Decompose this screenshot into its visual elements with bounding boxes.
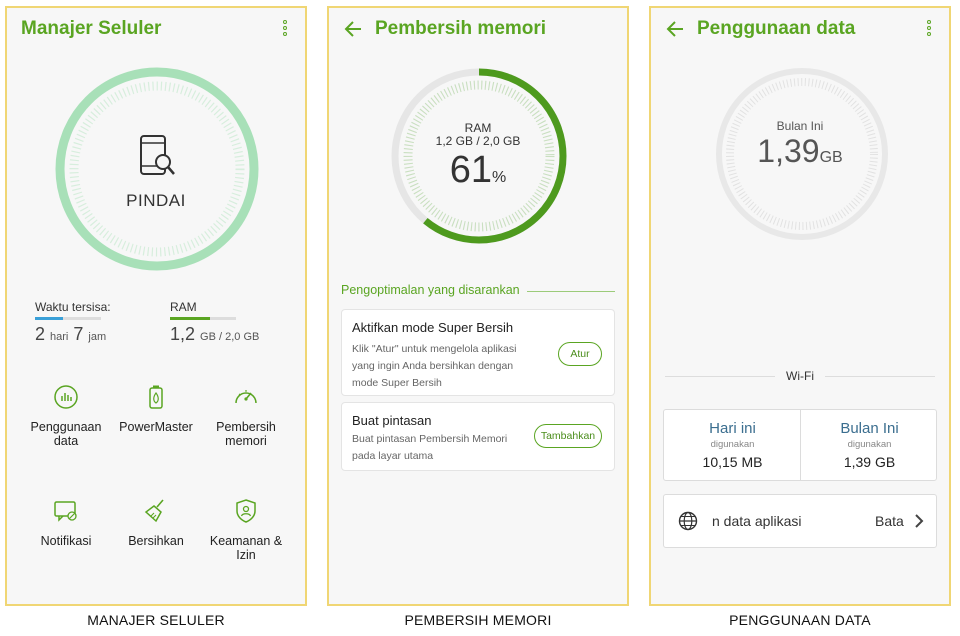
time-remaining-bar xyxy=(35,317,101,320)
app-data-row[interactable]: n data aplikasi Bata xyxy=(663,494,937,548)
chevron-right-icon xyxy=(915,514,924,528)
card-shortcut: Buat pintasan Buat pintasan Pembersih Me… xyxy=(341,402,615,471)
tambahkan-button[interactable]: Tambahkan xyxy=(534,424,602,448)
page-title: Pembersih memori xyxy=(375,18,547,39)
time-remaining-value: 2 hari 7 jam xyxy=(35,324,107,344)
page-title: Penggunaan data xyxy=(697,18,856,39)
grid-item-label: Keamanan & Izin xyxy=(209,534,283,562)
shield-icon xyxy=(236,499,256,523)
app-data-right-label: Bata xyxy=(875,513,904,529)
ram-gauge-detail: 1,2 GB / 2,0 GB xyxy=(435,134,521,148)
grid-item-label: Bersihkan xyxy=(128,534,184,548)
back-arrow-icon[interactable] xyxy=(343,17,363,41)
today-usage: Hari ini digunakan 10,15 MB xyxy=(664,410,801,480)
section-divider xyxy=(527,291,615,292)
screen-manajer-seluler: Manajer Seluler PINDAI Waktu tersisa: 2 … xyxy=(5,6,307,606)
more-options-icon[interactable] xyxy=(927,20,933,40)
grid-item-data-usage[interactable]: Penggunaan data xyxy=(20,384,112,448)
data-usage-icon xyxy=(54,385,78,409)
grid-item-clean[interactable]: Bersihkan xyxy=(110,498,202,548)
grid-item-label: Notifikasi xyxy=(40,534,92,548)
grid-item-label: Pembersih memori xyxy=(216,420,276,448)
screen-pembersih-memori: Pembersih memori RAM 1,2 GB / 2,0 GB 61%… xyxy=(327,6,629,606)
atur-button[interactable]: Atur xyxy=(558,342,602,366)
ram-gauge-label: RAM xyxy=(464,121,492,135)
ring-value: 1,39GB xyxy=(757,133,843,169)
section-title: Pengoptimalan yang disarankan xyxy=(341,283,520,297)
ram-bar xyxy=(170,317,236,320)
grid-item-security[interactable]: Keamanan & Izin xyxy=(200,498,292,562)
notification-icon xyxy=(54,501,77,522)
usage-summary-box: Hari ini digunakan 10,15 MB Bulan Ini di… xyxy=(663,409,937,481)
month-label: Bulan Ini xyxy=(840,420,899,437)
page-title: Manajer Seluler xyxy=(21,18,162,39)
card-title: Buat pintasan xyxy=(352,413,432,428)
app-data-label: n data aplikasi xyxy=(712,513,802,529)
speedometer-icon xyxy=(235,390,257,404)
caption-manajer-seluler: MANAJER SELULER xyxy=(87,612,225,628)
ram-label: RAM xyxy=(170,300,197,314)
ram-value: 1,2 GB / 2,0 GB xyxy=(170,324,260,344)
grid-item-label: PowerMaster xyxy=(119,420,193,434)
card-super-clean: Aktifkan mode Super Bersih Klik "Atur" u… xyxy=(341,309,615,396)
grid-item-memory-cleaner[interactable]: Pembersih memori xyxy=(200,384,292,448)
card-description: Klik "Atur" untuk mengelola aplikasi yan… xyxy=(352,343,517,389)
month-value: 1,39 GB xyxy=(843,454,896,470)
globe-icon xyxy=(678,511,698,531)
today-sub: digunakan xyxy=(710,439,755,450)
month-usage: Bulan Ini digunakan 1,39 GB xyxy=(801,410,938,480)
screen-penggunaan-data: Penggunaan data Bulan Ini 1,39GB Wi-Fi H… xyxy=(649,6,951,606)
phone-search-icon xyxy=(140,135,175,175)
card-title: Aktifkan mode Super Bersih xyxy=(352,320,514,335)
caption-penggunaan-data: PENGGUNAAN DATA xyxy=(729,612,871,628)
broom-icon xyxy=(144,499,164,523)
battery-icon xyxy=(149,385,163,409)
card-description: Buat pintasan Pembersih Memori pada laya… xyxy=(352,433,508,462)
today-label: Hari ini xyxy=(709,420,756,437)
time-remaining-label: Waktu tersisa: xyxy=(35,300,111,314)
grid-item-powermaster[interactable]: PowerMaster xyxy=(110,384,202,434)
ring-label: Bulan Ini xyxy=(776,119,824,133)
caption-pembersih-memori: PEMBERSIH MEMORI xyxy=(404,612,552,628)
today-value: 10,15 MB xyxy=(702,454,763,470)
ram-percent: 61% xyxy=(449,149,507,191)
back-arrow-icon[interactable] xyxy=(665,17,685,41)
grid-item-notifications[interactable]: Notifikasi xyxy=(20,498,112,548)
month-sub: digunakan xyxy=(847,439,892,450)
grid-item-label: Penggunaan data xyxy=(30,420,102,448)
scan-button-label[interactable]: PINDAI xyxy=(7,191,305,211)
more-options-icon[interactable] xyxy=(283,20,289,40)
wifi-divider-right xyxy=(825,376,935,377)
